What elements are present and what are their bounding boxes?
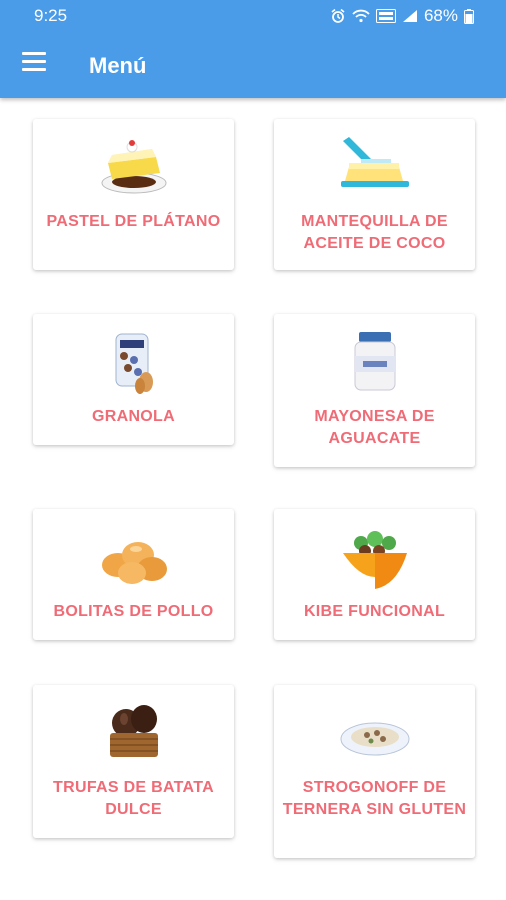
strogonoff-plate-icon: [340, 722, 409, 756]
recipe-card-trufas-batata[interactable]: TRUFAS DE BATATA DULCE: [33, 685, 234, 838]
wifi-icon: [352, 9, 370, 23]
recipe-card-pastel-de-platano[interactable]: PASTEL DE PLÁTANO: [33, 119, 234, 270]
recipe-label: MANTEQUILLA DE ACEITE DE COCO: [301, 213, 448, 252]
butter-icon: [340, 137, 409, 187]
signal-icon: [402, 10, 417, 22]
kibe-bowl-icon: [342, 531, 407, 589]
recipe-label: STROGONOFF DE TERNERA SIN GLUTEN: [282, 779, 467, 818]
mayonnaise-jar-icon: [354, 332, 395, 391]
hamburger-icon[interactable]: [22, 52, 48, 74]
recipe-card-bolitas-de-pollo[interactable]: BOLITAS DE POLLO: [33, 509, 234, 640]
granola-jar-icon: [115, 333, 153, 394]
recipe-label: PASTEL DE PLÁTANO: [46, 213, 221, 230]
truffles-icon: [109, 705, 158, 757]
recipe-label: TRUFAS DE BATATA DULCE: [53, 779, 214, 818]
app-bar: 9:25 68% Menú: [0, 0, 506, 98]
page-title: Menú: [89, 53, 147, 78]
recipe-label: KIBE FUNCIONAL: [303, 603, 446, 620]
chicken-balls-icon: [101, 542, 167, 584]
recipe-card-mayonesa-aguacate[interactable]: MAYONESA DE AGUACATE: [274, 314, 475, 467]
volte-icon: [375, 9, 396, 23]
status-time: 9:25: [34, 6, 68, 25]
cake-slice-icon: [101, 140, 166, 194]
recipe-label: MAYONESA DE AGUACATE: [314, 408, 435, 447]
recipe-card-strogonoff[interactable]: STROGONOFF DE TERNERA SIN GLUTEN: [274, 685, 475, 858]
recipe-label: BOLITAS DE POLLO: [53, 603, 214, 620]
status-bar: 9:25 68%: [0, 0, 506, 32]
recipe-label: GRANOLA: [92, 408, 175, 425]
status-icons: 68%: [330, 6, 474, 26]
recipe-card-kibe-funcional[interactable]: KIBE FUNCIONAL: [274, 509, 475, 640]
recipe-card-mantequilla-aceite-coco[interactable]: MANTEQUILLA DE ACEITE DE COCO: [274, 119, 475, 270]
alarm-icon: [331, 8, 345, 23]
battery-icon: [464, 8, 474, 24]
battery-percent: 68%: [423, 6, 458, 25]
toolbar: Menú: [0, 40, 506, 96]
recipe-card-granola[interactable]: GRANOLA: [33, 314, 234, 445]
